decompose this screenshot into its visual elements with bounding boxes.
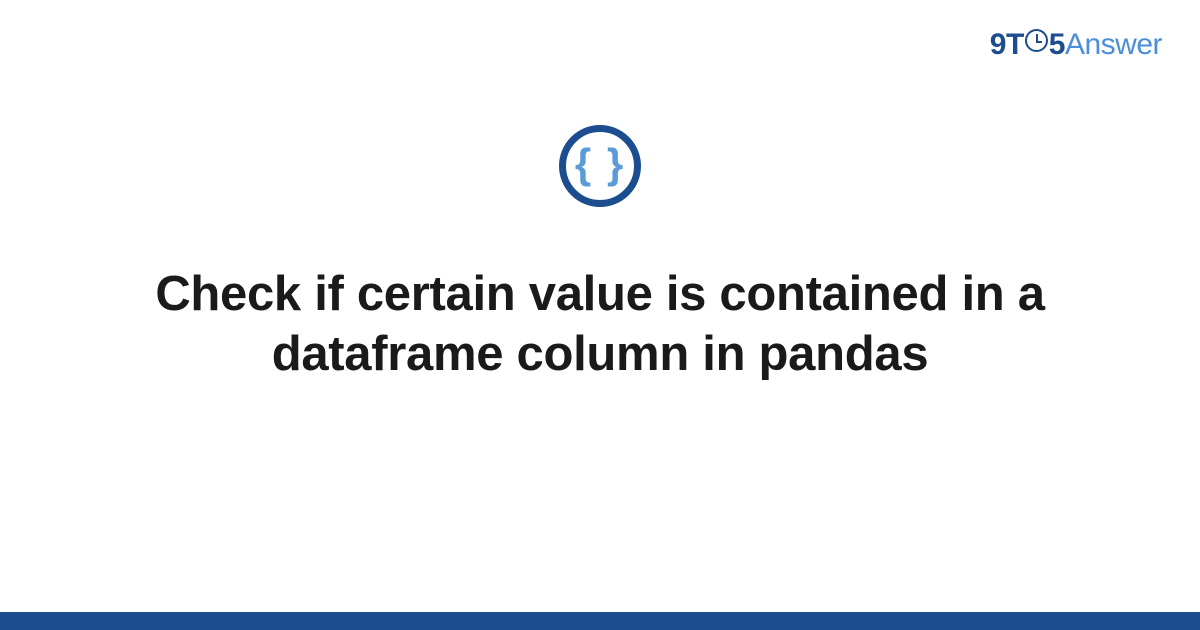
brand-answer: Answer bbox=[1065, 28, 1162, 61]
brand-nine: 9 bbox=[990, 28, 1006, 61]
brand-five: 5 bbox=[1049, 28, 1065, 61]
main-content: { } Check if certain value is contained … bbox=[0, 125, 1200, 385]
clock-icon bbox=[1025, 29, 1048, 52]
topic-icon-circle: { } bbox=[559, 125, 641, 207]
question-title: Check if certain value is contained in a… bbox=[0, 265, 1200, 385]
brand-t: T bbox=[1006, 28, 1024, 61]
footer-bar bbox=[0, 612, 1200, 630]
curly-braces-icon: { } bbox=[575, 143, 625, 185]
site-brand-logo: 9T5Answer bbox=[990, 28, 1162, 62]
